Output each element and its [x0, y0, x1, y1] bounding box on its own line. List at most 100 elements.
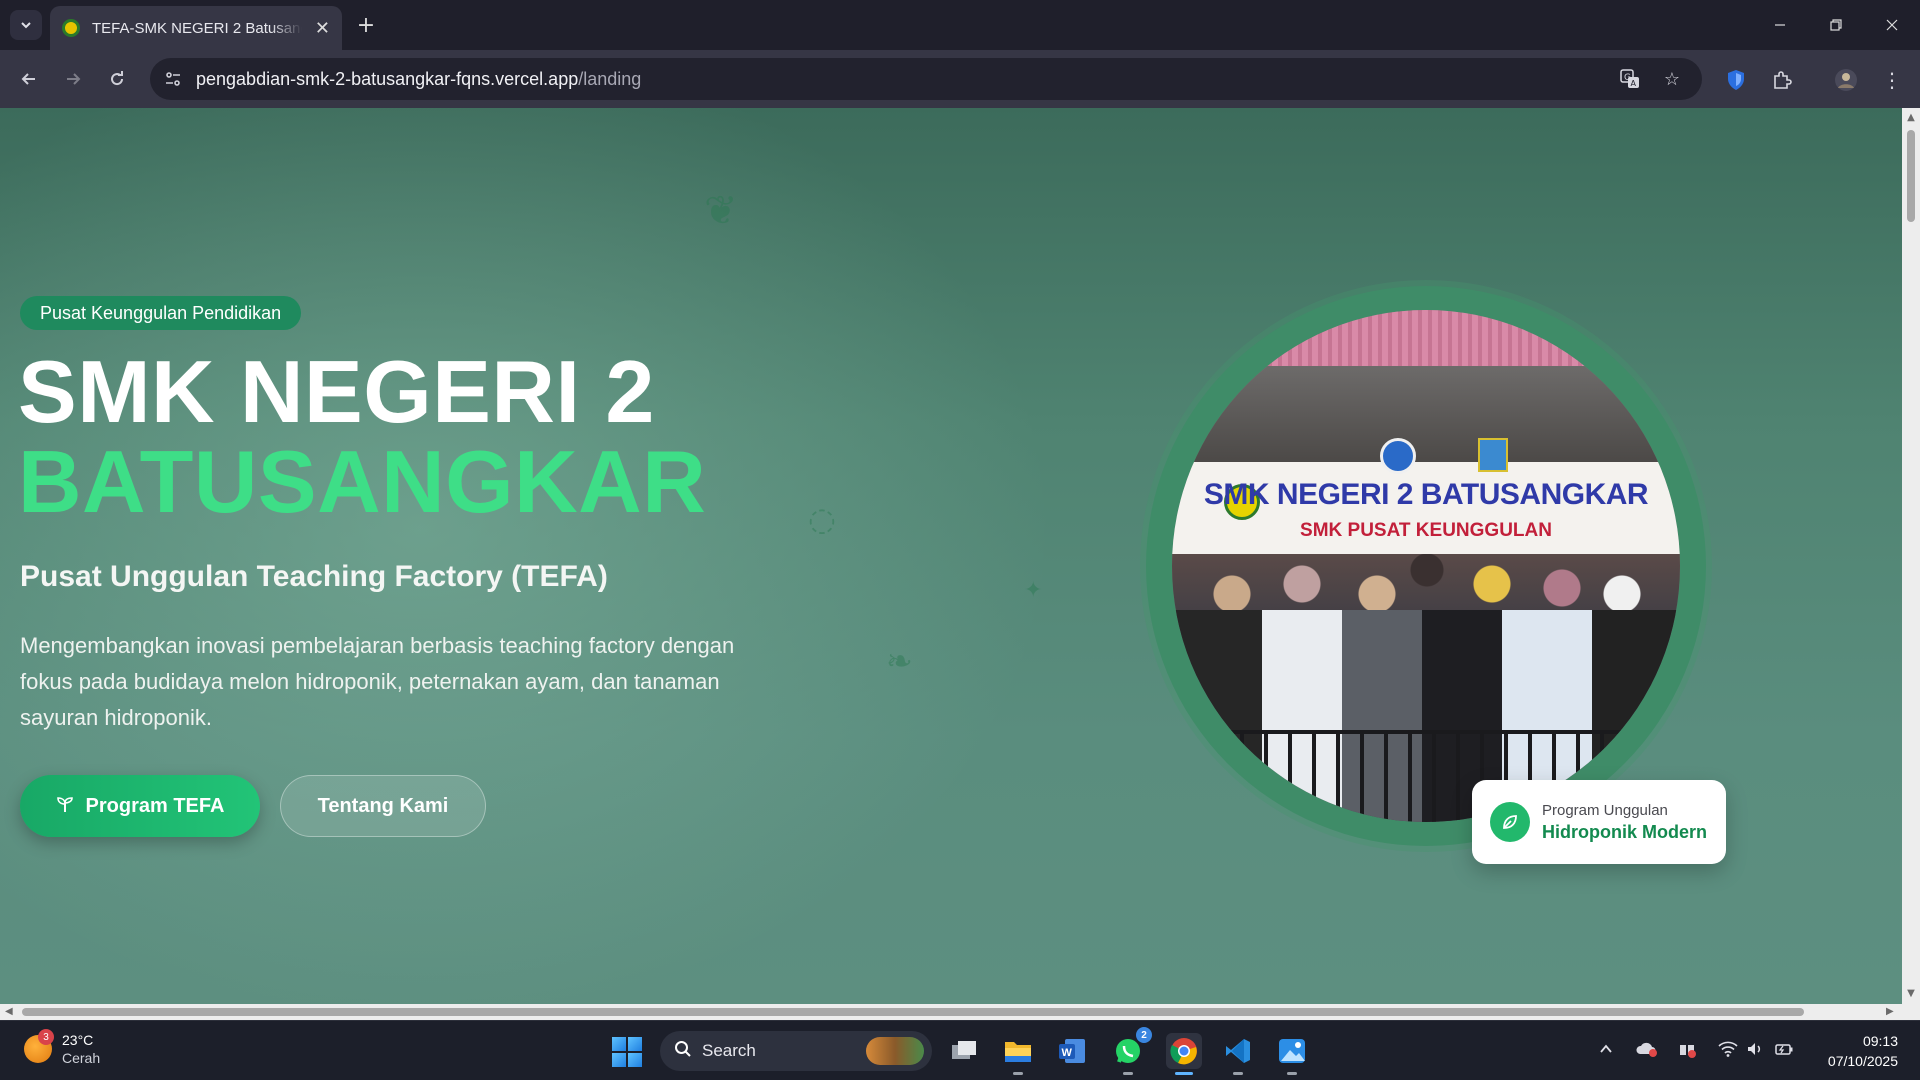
- chrome-icon[interactable]: [1166, 1033, 1202, 1075]
- scroll-down-icon[interactable]: ▼: [1906, 988, 1916, 999]
- hero-description: Mengembangkan inovasi pembelajaran berba…: [20, 633, 735, 730]
- regency-logo-icon: [1478, 438, 1508, 472]
- hero-title-line1: SMK NEGERI 2: [18, 342, 655, 441]
- translate-icon[interactable]: GA: [1618, 67, 1642, 91]
- tab-strip: TEFA-SMK NEGERI 2 Batusangkar ✕ +: [0, 0, 1920, 50]
- running-indicator: [1123, 1072, 1133, 1075]
- search-label: Search: [702, 1041, 756, 1060]
- word-icon[interactable]: W: [1054, 1033, 1090, 1069]
- onedrive-error-icon[interactable]: [1636, 1041, 1658, 1061]
- tentang-kami-button[interactable]: Tentang Kami: [280, 775, 486, 837]
- photo-roof: [1172, 310, 1680, 366]
- scroll-up-icon[interactable]: ▲: [1906, 112, 1916, 123]
- forward-button[interactable]: [56, 62, 90, 96]
- app-tray-icon[interactable]: [1678, 1041, 1698, 1063]
- browser-toolbar: pengabdian-smk-2-batusangkar-fqns.vercel…: [0, 50, 1920, 108]
- whatsapp-badge: 2: [1136, 1027, 1152, 1043]
- shield-icon[interactable]: [1722, 66, 1750, 94]
- url-text: pengabdian-smk-2-batusangkar-fqns.vercel…: [196, 69, 641, 90]
- scroll-left-icon[interactable]: ◀: [5, 1006, 13, 1017]
- star-icon[interactable]: ☆: [1660, 67, 1684, 91]
- highlight-card: Program Unggulan Hidroponik Modern: [1472, 780, 1726, 864]
- photo-building: [1172, 366, 1680, 462]
- highlight-value: Hidroponik Modern: [1542, 821, 1707, 842]
- more-vertical-icon[interactable]: ⋮: [1878, 66, 1906, 94]
- active-indicator: [1175, 1072, 1193, 1075]
- school-photo: SMK NEGERI 2 BATUSANGKAR SMK PUSAT KEUNG…: [1172, 310, 1680, 822]
- leaf-decoration-icon: ❦: [704, 188, 738, 234]
- hero-title-line2: BATUSANGKAR: [18, 432, 707, 531]
- minimize-button[interactable]: [1752, 0, 1808, 50]
- hero-subtitle: Pusat Unggulan Teaching Factory (TEFA): [20, 560, 608, 593]
- taskbar-search[interactable]: Search: [660, 1031, 932, 1071]
- restore-icon: [1830, 19, 1842, 31]
- restore-button[interactable]: [1808, 0, 1864, 50]
- running-indicator: [1013, 1072, 1023, 1075]
- weather-badge: 3: [38, 1029, 54, 1045]
- leaf-icon: [1490, 802, 1530, 842]
- file-explorer-icon[interactable]: [1000, 1033, 1036, 1075]
- battery-icon[interactable]: [1774, 1041, 1794, 1061]
- sun-icon: 3: [24, 1029, 54, 1063]
- chevron-up-icon[interactable]: [1598, 1041, 1614, 1061]
- site-info-icon[interactable]: [162, 68, 184, 90]
- favicon-icon: [62, 19, 80, 37]
- weather-condition: Cerah: [62, 1050, 101, 1066]
- whatsapp-icon[interactable]: 2: [1110, 1027, 1152, 1075]
- task-view-icon[interactable]: [946, 1033, 982, 1069]
- arrow-left-icon: [21, 73, 35, 85]
- photos-icon[interactable]: [1274, 1033, 1310, 1075]
- vertical-scrollbar[interactable]: ▲ ▼: [1902, 108, 1920, 1012]
- tut-wuri-logo-icon: [1380, 438, 1416, 474]
- hero-badge: Pusat Keunggulan Pendidikan: [20, 296, 302, 330]
- weather-widget[interactable]: 3 23°C Cerah: [24, 1029, 101, 1067]
- clock-date: 07/10/2025: [1827, 1053, 1898, 1069]
- tab-search-button[interactable]: [10, 10, 42, 40]
- chevron-down-icon: [21, 22, 31, 29]
- leaf-decoration-icon: ✦: [1024, 578, 1043, 603]
- close-window-button[interactable]: [1864, 0, 1920, 50]
- windows-start-icon[interactable]: [612, 1037, 642, 1067]
- system-clock[interactable]: 09:13 07/10/2025: [1828, 1031, 1898, 1071]
- arrow-right-icon: [67, 73, 81, 85]
- reload-icon: [111, 71, 124, 86]
- clock-time: 09:13: [1862, 1033, 1898, 1049]
- volume-icon[interactable]: [1746, 1041, 1764, 1061]
- search-icon: [674, 1040, 692, 1063]
- scroll-right-icon[interactable]: ▶: [1886, 1006, 1894, 1017]
- address-bar[interactable]: pengabdian-smk-2-batusangkar-fqns.vercel…: [150, 58, 1702, 100]
- horizontal-scroll-thumb[interactable]: [22, 1008, 1804, 1016]
- program-tefa-label: Program TEFA: [85, 794, 225, 817]
- wifi-icon[interactable]: [1718, 1041, 1738, 1061]
- new-tab-button[interactable]: +: [352, 10, 380, 40]
- sprout-decoration-icon: ❧: [886, 642, 913, 680]
- url-host: pengabdian-smk-2-batusangkar-fqns.vercel…: [196, 68, 579, 89]
- vertical-scroll-thumb[interactable]: [1907, 130, 1915, 222]
- scrollbar-corner: [1902, 1004, 1920, 1020]
- sprout-icon: [56, 795, 74, 818]
- program-tefa-button[interactable]: Program TEFA: [20, 775, 260, 837]
- taskbar: 3 23°C Cerah Search W 2 09:13 07/10/2025: [0, 1020, 1920, 1080]
- back-button[interactable]: [12, 62, 46, 96]
- horizontal-scrollbar[interactable]: ◀ ▶: [0, 1004, 1902, 1020]
- running-indicator: [1287, 1072, 1297, 1075]
- photo-sign-main: SMK NEGERI 2 BATUSANGKAR: [1203, 478, 1649, 511]
- browser-tab[interactable]: TEFA-SMK NEGERI 2 Batusangkar ✕: [50, 6, 342, 50]
- tab-title: TEFA-SMK NEGERI 2 Batusangkar: [92, 19, 302, 37]
- photo-sign-sub: SMK PUSAT KEUNGGULAN: [1300, 520, 1552, 541]
- svg-text:A: A: [1631, 79, 1637, 88]
- window-controls: [1752, 0, 1920, 50]
- page-viewport: ❦ ◌ ✦ ❧ Pusat Keunggulan Pendidikan SMK …: [0, 108, 1902, 1004]
- vscode-icon[interactable]: [1220, 1033, 1256, 1075]
- avatar[interactable]: [1832, 66, 1860, 94]
- close-tab-icon[interactable]: ✕: [315, 18, 330, 39]
- running-indicator: [1233, 1072, 1243, 1075]
- svg-text:W: W: [1062, 1047, 1073, 1059]
- highlight-label: Program Unggulan: [1542, 801, 1668, 819]
- reload-button[interactable]: [100, 62, 134, 96]
- weather-temperature: 23°C: [62, 1032, 94, 1048]
- drop-decoration-icon: ◌: [808, 500, 836, 538]
- url-path: /landing: [578, 68, 642, 89]
- minimize-icon: [1775, 24, 1785, 26]
- puzzle-icon[interactable]: [1768, 66, 1796, 94]
